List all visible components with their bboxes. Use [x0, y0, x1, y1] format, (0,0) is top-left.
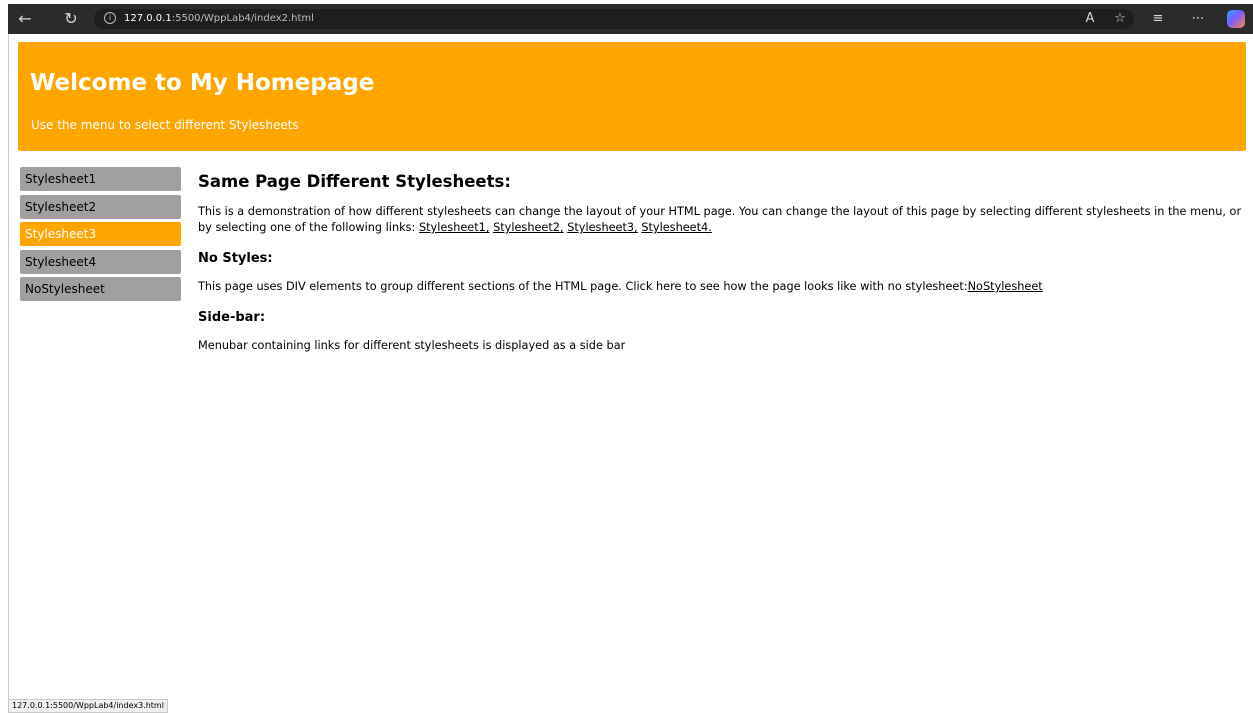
- link-stylesheet4[interactable]: Stylesheet4.: [641, 221, 712, 234]
- favorites-list-icon[interactable]: ≡: [1148, 9, 1168, 29]
- status-bar-url: 127.0.0.1:5500/WppLab4/index3.html: [8, 699, 168, 713]
- menu-item-stylesheet4[interactable]: Stylesheet4: [20, 249, 181, 274]
- sidebar-menu: Stylesheet1 Stylesheet2 Stylesheet3 Styl…: [20, 167, 181, 305]
- link-stylesheet1[interactable]: Stylesheet1,: [419, 221, 490, 234]
- read-aloud-icon[interactable]: A: [1080, 9, 1100, 29]
- back-arrow-icon[interactable]: ←: [14, 8, 36, 30]
- menu-item-stylesheet3[interactable]: Stylesheet3: [20, 222, 181, 246]
- sidebar-paragraph: Menubar containing links for different s…: [198, 339, 626, 352]
- page-title: Welcome to My Homepage: [30, 70, 375, 96]
- page-header: Welcome to My Homepage Use the menu to s…: [18, 42, 1246, 151]
- menu-item-stylesheet2[interactable]: Stylesheet2: [20, 194, 181, 219]
- page-viewport: Welcome to My Homepage Use the menu to s…: [8, 34, 1253, 713]
- favorite-star-icon[interactable]: ☆: [1110, 9, 1130, 29]
- browser-toolbar: ← ↻ i 127.0.0.1:5500/WppLab4/index2.html …: [8, 4, 1253, 34]
- copilot-icon[interactable]: [1227, 10, 1245, 28]
- menu-item-stylesheet1[interactable]: Stylesheet1: [20, 167, 181, 191]
- more-options-icon[interactable]: ⋯: [1188, 9, 1208, 29]
- link-stylesheet2[interactable]: Stylesheet2,: [493, 221, 564, 234]
- sidebar-heading: Side-bar:: [198, 310, 266, 325]
- no-styles-paragraph: This page uses DIV elements to group dif…: [198, 279, 1246, 295]
- address-host: 127.0.0.1: [124, 13, 172, 24]
- no-styles-heading: No Styles:: [198, 251, 273, 266]
- menu-item-nostylesheet[interactable]: NoStylesheet: [20, 277, 181, 301]
- address-bar[interactable]: i 127.0.0.1:5500/WppLab4/index2.html: [94, 9, 1134, 29]
- link-stylesheet3[interactable]: Stylesheet3,: [567, 221, 638, 234]
- link-nostylesheet[interactable]: NoStylesheet: [968, 280, 1043, 293]
- no-styles-text: This page uses DIV elements to group dif…: [198, 280, 968, 293]
- main-content: Same Page Different Stylesheets: This is…: [198, 172, 1246, 369]
- info-icon[interactable]: i: [104, 12, 116, 24]
- content-heading: Same Page Different Stylesheets:: [198, 172, 511, 191]
- address-path: :5500/WppLab4/index2.html: [171, 13, 314, 24]
- intro-text: This is a demonstration of how different…: [198, 205, 1242, 234]
- refresh-icon[interactable]: ↻: [60, 8, 82, 30]
- page-subtitle: Use the menu to select different Stylesh…: [31, 118, 299, 132]
- intro-paragraph: This is a demonstration of how different…: [198, 204, 1246, 236]
